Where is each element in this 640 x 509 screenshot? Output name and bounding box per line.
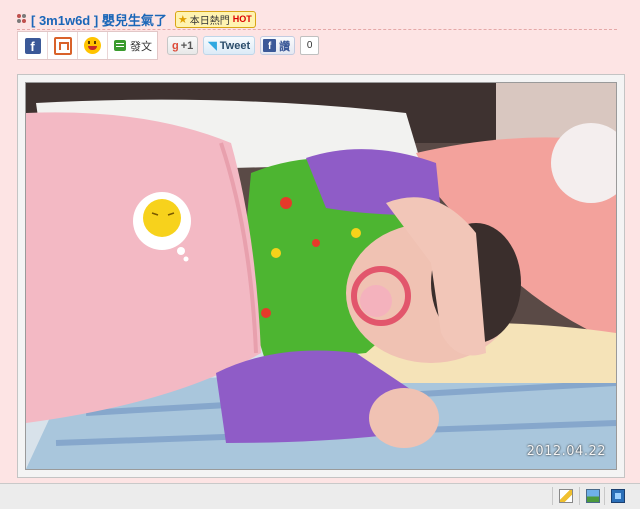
post-title: 嬰兒生氣了 bbox=[101, 12, 167, 28]
post-title-link[interactable]: [ 3m1w6d ] 嬰兒生氣了 bbox=[31, 10, 167, 29]
post-icon bbox=[114, 40, 126, 51]
edit-icon[interactable] bbox=[559, 489, 573, 503]
facebook-mini-icon: f bbox=[263, 39, 277, 52]
status-bar bbox=[0, 483, 640, 509]
photo-frame: 2012.04.22 bbox=[17, 74, 625, 478]
tweet-label: Tweet bbox=[219, 39, 251, 52]
bullet-icon bbox=[17, 14, 27, 24]
google-icon: g bbox=[172, 39, 179, 52]
photo-date-stamp: 2012.04.22 bbox=[526, 444, 606, 459]
smiley-icon bbox=[84, 37, 101, 54]
tweet-button[interactable]: ◥ Tweet bbox=[203, 36, 256, 55]
hot-badge[interactable]: ★ 本日熱門 HOT bbox=[174, 10, 256, 28]
share-plurk-button[interactable] bbox=[48, 32, 78, 59]
facebook-icon: f bbox=[24, 37, 41, 54]
like-count: 0 bbox=[300, 36, 320, 55]
status-separator bbox=[604, 487, 605, 505]
film-icon[interactable] bbox=[611, 489, 625, 503]
status-separator bbox=[579, 487, 580, 505]
post-header: [ 3m1w6d ] 嬰兒生氣了 ★ 本日熱門 HOT bbox=[17, 8, 256, 30]
plus-one-label: +1 bbox=[180, 39, 194, 52]
facebook-like-button[interactable]: f 讚 bbox=[260, 36, 296, 55]
baby-photo[interactable]: 2012.04.22 bbox=[25, 82, 617, 470]
hot-badge-label: 本日熱門 bbox=[189, 15, 230, 27]
post-button[interactable]: 發文 bbox=[108, 32, 157, 59]
post-button-label: 發文 bbox=[130, 40, 152, 53]
image-icon[interactable] bbox=[586, 489, 600, 503]
twitter-bird-icon: ◥ bbox=[208, 40, 217, 52]
like-label: 讚 bbox=[279, 40, 291, 53]
plurk-icon bbox=[53, 36, 72, 55]
post-tag: [ 3m1w6d ] bbox=[31, 12, 99, 28]
share-facebook-button[interactable]: f bbox=[18, 32, 48, 59]
status-separator bbox=[552, 487, 553, 505]
photo-illustration bbox=[26, 83, 616, 469]
google-plus-one-button[interactable]: g +1 bbox=[167, 36, 199, 55]
star-icon: ★ bbox=[177, 13, 188, 26]
share-toolbar: f 發文 g +1 ◥ Tweet f 讚 0 bbox=[17, 31, 320, 60]
share-button-group: f 發文 bbox=[17, 31, 158, 60]
hot-badge-hot: HOT bbox=[232, 14, 252, 24]
header-divider bbox=[17, 29, 617, 30]
share-emoticon-button[interactable] bbox=[78, 32, 108, 59]
